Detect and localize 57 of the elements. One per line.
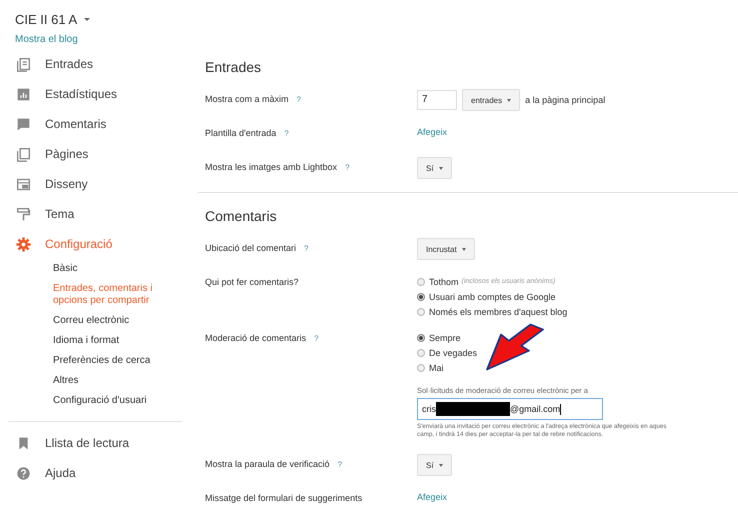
setting-label: Plantilla d'entrada bbox=[205, 128, 276, 138]
radio-button[interactable] bbox=[417, 364, 425, 372]
pages-icon bbox=[16, 146, 31, 162]
dropdown[interactable]: Sí bbox=[417, 157, 452, 179]
settings-icon bbox=[16, 236, 31, 252]
layout-icon bbox=[16, 176, 31, 192]
help-icon bbox=[16, 466, 31, 480]
add-link[interactable]: Afegeix bbox=[417, 123, 448, 137]
option-label: Sempre bbox=[429, 332, 461, 342]
option-label: De vegades bbox=[429, 348, 478, 358]
section-title: Comentaris bbox=[205, 207, 277, 226]
sidebar-subitem[interactable]: Idioma i format bbox=[53, 331, 163, 351]
section-title: Entrades bbox=[205, 58, 262, 77]
number-field[interactable]: 7 bbox=[417, 90, 457, 110]
dropdown[interactable]: Sí bbox=[417, 454, 452, 476]
sidebar-subitem[interactable]: Altres bbox=[53, 371, 163, 391]
sidebar-item[interactable]: Estadístiques bbox=[0, 79, 118, 109]
paint-roller-icon bbox=[16, 206, 31, 222]
suffix-label: a la pàgina principal bbox=[525, 95, 606, 105]
setting-label: Mostra com a màxim bbox=[205, 94, 289, 104]
sidebar-item[interactable]: Entrades bbox=[0, 49, 94, 79]
blog-title[interactable]: CIE II 61 A bbox=[15, 12, 78, 26]
sidebar-item[interactable]: Llista de lectura bbox=[0, 428, 130, 458]
sidebar-item[interactable]: Pàgines bbox=[0, 139, 88, 169]
setting-label: Ubicació del comentari bbox=[205, 243, 296, 253]
sidebar-subitem[interactable]: Bàsic bbox=[53, 259, 163, 279]
setting-label: Mostra la paraula de verificació bbox=[205, 459, 330, 469]
bar-chart-icon bbox=[16, 86, 31, 102]
sidebar-item[interactable]: Comentaris bbox=[0, 109, 106, 139]
view-blog-link[interactable]: Mostra el blog bbox=[15, 34, 78, 45]
dropdown[interactable]: entrades bbox=[462, 89, 520, 111]
posts-icon bbox=[16, 56, 31, 72]
sidebar-item[interactable]: Ajuda bbox=[0, 458, 76, 488]
setting-label: Moderació de comentaris bbox=[205, 333, 306, 343]
sidebar-item[interactable]: Disseny bbox=[0, 169, 88, 199]
setting-label: Qui pot fer comentaris? bbox=[205, 277, 299, 287]
caret-icon[interactable] bbox=[84, 18, 90, 20]
add-link[interactable]: Afegeix bbox=[417, 488, 448, 502]
radio-button[interactable] bbox=[417, 278, 425, 286]
setting-label: Mostra les imatges amb Lightbox bbox=[205, 162, 338, 172]
pointer-arrow bbox=[484, 322, 546, 372]
sidebar-subitem[interactable]: Preferències de cerca bbox=[53, 351, 163, 371]
radio-button[interactable] bbox=[417, 308, 425, 316]
sidebar-item[interactable]: Tema bbox=[0, 199, 74, 229]
radio-button[interactable] bbox=[417, 348, 425, 356]
setting-label: Missatge del formulari de suggeriments bbox=[205, 493, 362, 503]
speech-bubble-icon bbox=[16, 116, 31, 132]
email-field[interactable]: cris @gmail.com bbox=[417, 398, 603, 420]
sidebar-subitem[interactable]: Configuració d'usuari bbox=[53, 391, 163, 411]
option-label: Mai bbox=[429, 362, 444, 372]
radio-button[interactable] bbox=[417, 334, 425, 342]
option-label: Només els membres d'aquest blog bbox=[429, 306, 568, 316]
option-label: Tothom bbox=[429, 276, 459, 286]
dropdown[interactable]: Incrustat bbox=[417, 238, 475, 260]
radio-button[interactable] bbox=[417, 292, 425, 300]
sidebar-subitem[interactable]: Correu electrònic bbox=[53, 311, 163, 331]
option-label: Usuari amb comptes de Google bbox=[429, 292, 556, 302]
